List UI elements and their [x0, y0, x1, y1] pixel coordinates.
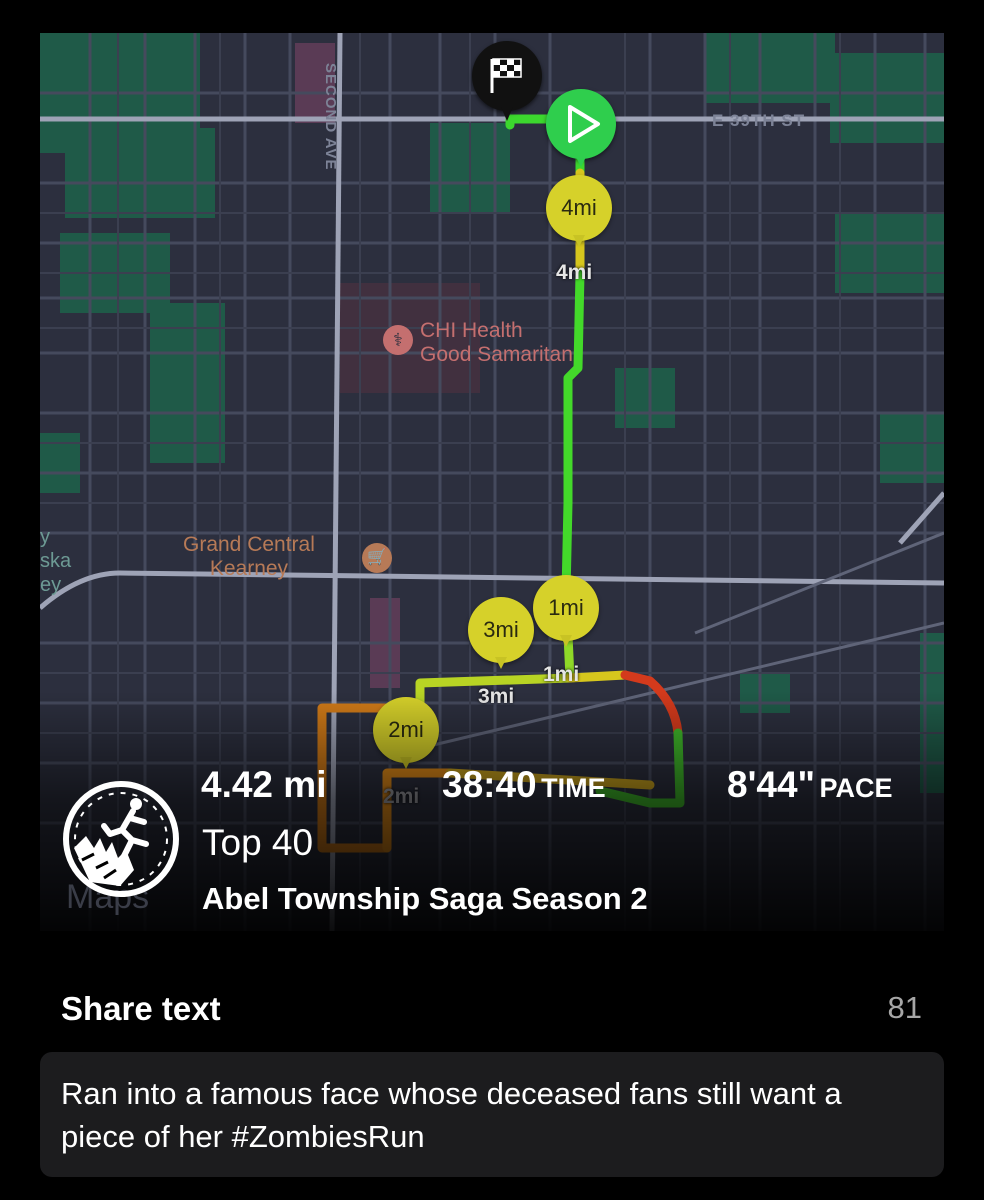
mile-marker-label: 3mi	[468, 597, 534, 663]
start-marker[interactable]	[546, 89, 616, 167]
share-text-field[interactable]: Ran into a famous face whose deceased fa…	[40, 1052, 944, 1177]
pace-value: 8'44"	[727, 764, 816, 805]
distance-value: 4.42 mi	[201, 764, 327, 805]
poi-shop-line1: Grand Central	[183, 533, 315, 556]
mile-marker-label: 1mi	[533, 575, 599, 641]
finish-marker[interactable]	[472, 41, 542, 121]
time-stat: 38:40 TIME	[442, 764, 606, 806]
mile-tag-4: 4mi	[556, 261, 593, 284]
share-text-heading: Share text	[61, 990, 221, 1027]
time-value: 38:40	[442, 764, 537, 805]
mile-marker-1[interactable]: 1mi	[533, 575, 599, 653]
mile-marker-4[interactable]: 4mi	[546, 175, 612, 253]
pace-stat: 8'44" PACE	[727, 764, 893, 806]
poi-hospital[interactable]: CHI Health Good Samaritan	[420, 319, 573, 367]
poi-shop[interactable]: Grand Central Kearney	[183, 533, 315, 581]
time-unit: TIME	[541, 773, 606, 803]
poi-hospital-line2: Good Samaritan	[420, 343, 573, 366]
stethoscope-icon[interactable]: ⚕	[383, 325, 413, 355]
pace-unit: PACE	[819, 773, 893, 803]
street-label-e-39th-st: E 39TH ST	[712, 111, 806, 130]
rank-label: Top 40	[202, 822, 314, 863]
mile-tag-1: 1mi	[543, 663, 580, 686]
mission-title: Abel Township Saga Season 2	[202, 881, 648, 916]
poi-shop-line2: Kearney	[209, 557, 289, 580]
mile-marker-3[interactable]: 3mi	[468, 597, 534, 675]
poi-hospital-line1: CHI Health	[420, 319, 523, 342]
share-text-content[interactable]: Ran into a famous face whose deceased fa…	[61, 1072, 911, 1158]
character-count: 81	[887, 990, 922, 1025]
zombies-run-logo	[60, 778, 182, 900]
shopping-cart-icon[interactable]: 🛒	[362, 543, 392, 573]
play-triangle-icon	[568, 105, 600, 143]
zombies-run-runner-icon	[63, 781, 179, 897]
mile-marker-label: 4mi	[546, 175, 612, 241]
checkered-flag-icon	[490, 58, 522, 93]
poi-partial-left: y ska ey	[40, 526, 72, 596]
street-label-second-ave: SECOND AVE	[322, 63, 339, 171]
